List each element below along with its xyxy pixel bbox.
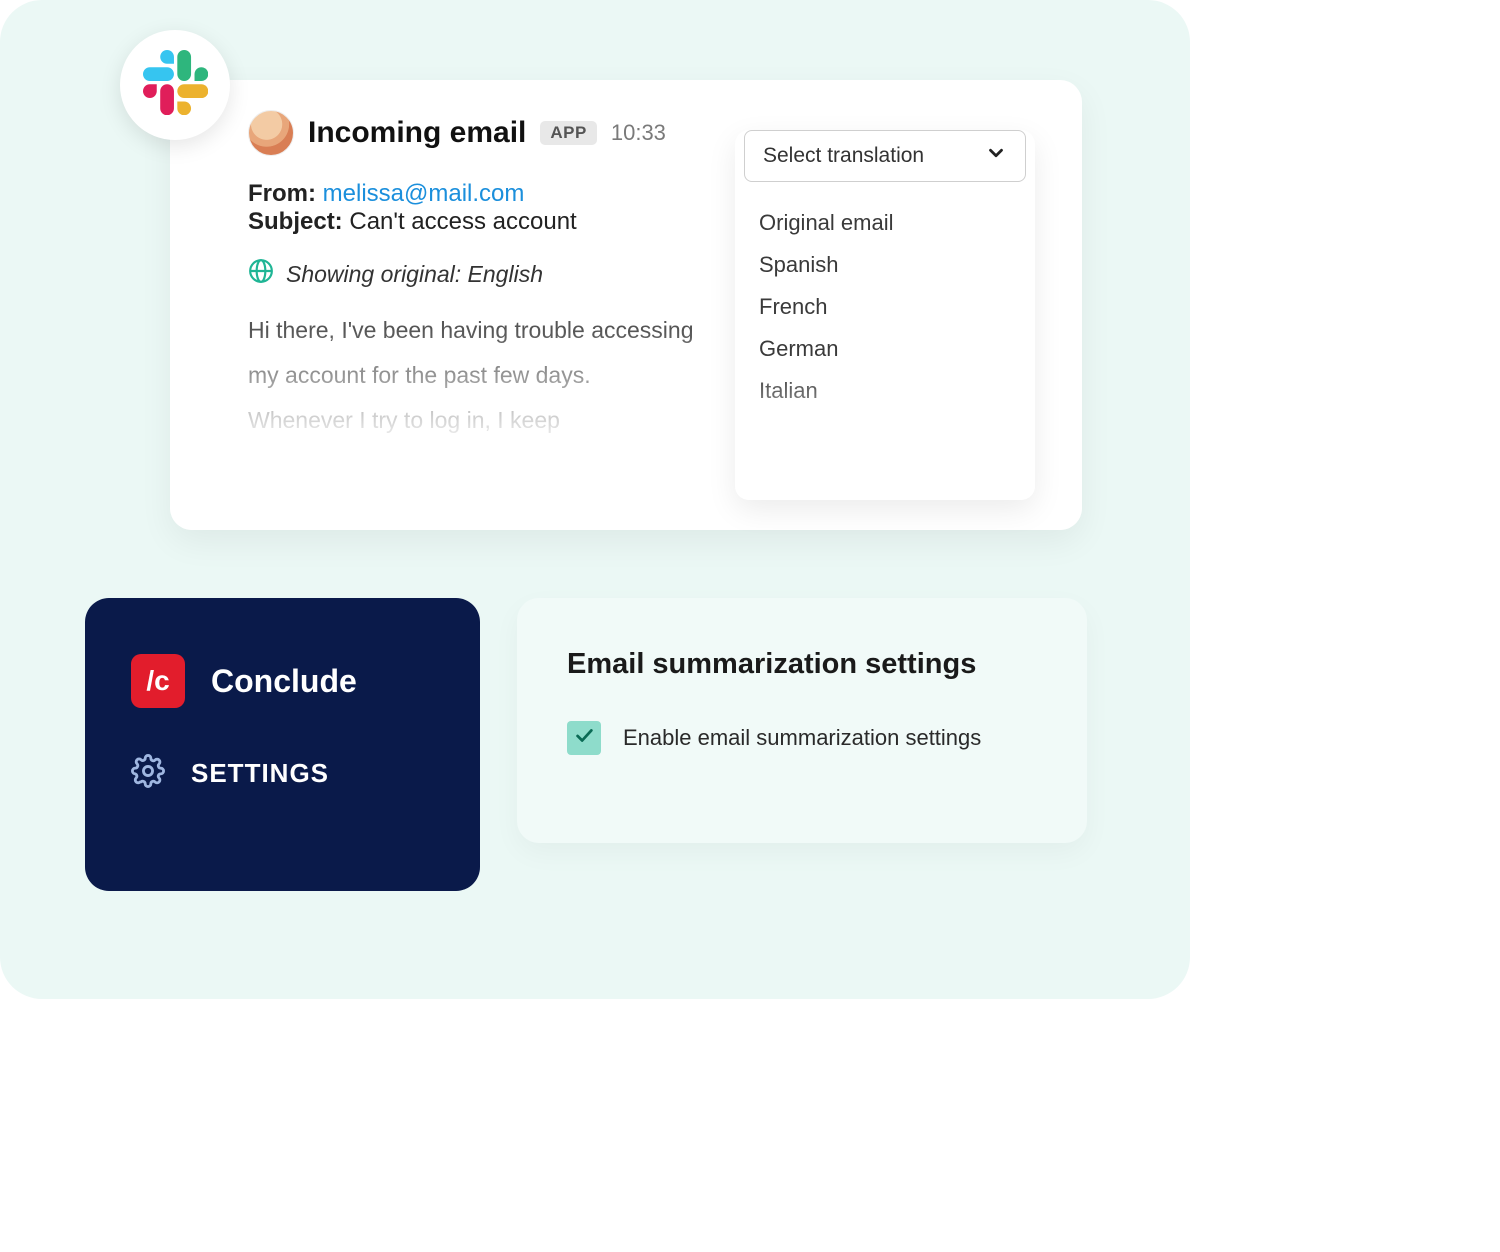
from-label: From: (248, 180, 316, 207)
message-title: Incoming email (308, 116, 526, 150)
translation-option[interactable]: Original email (755, 202, 1015, 244)
chevron-down-icon (985, 142, 1007, 170)
sender-avatar (248, 110, 294, 156)
subject-label: Subject: (248, 208, 343, 235)
gear-icon (131, 754, 165, 793)
enable-summarization-row[interactable]: Enable email summarization settings (567, 721, 1037, 755)
conclude-card: /c Conclude SETTINGS (85, 598, 480, 891)
conclude-brand-name: Conclude (211, 663, 357, 700)
conclude-brand-row[interactable]: /c Conclude (131, 654, 434, 708)
settings-nav-label: SETTINGS (191, 758, 329, 789)
translation-option[interactable]: French (755, 286, 1015, 328)
conclude-settings-row[interactable]: SETTINGS (131, 754, 434, 793)
translation-option[interactable]: Spanish (755, 244, 1015, 286)
translation-options-list: Original email Spanish French German Ita… (735, 182, 1035, 412)
settings-card-title: Email summarization settings (567, 648, 1037, 681)
check-icon (573, 724, 595, 752)
showing-original-text: Showing original: English (286, 261, 543, 288)
from-email-link[interactable]: melissa@mail.com (323, 180, 525, 207)
translation-select[interactable]: Select translation (744, 130, 1026, 182)
slack-logo-badge (120, 30, 230, 140)
enable-summarization-label: Enable email summarization settings (623, 725, 981, 751)
app-badge: APP (540, 121, 596, 145)
conclude-logo-icon: /c (131, 654, 185, 708)
message-timestamp: 10:33 (611, 120, 666, 146)
subject-text: Can't access account (349, 208, 576, 235)
enable-summarization-checkbox[interactable] (567, 721, 601, 755)
email-summarization-settings-card: Email summarization settings Enable emai… (517, 598, 1087, 843)
translation-panel: Select translation Original email Spanis… (735, 130, 1035, 500)
translation-option[interactable]: German (755, 328, 1015, 370)
slack-icon (143, 50, 208, 120)
translation-select-label: Select translation (763, 144, 924, 168)
email-body: Hi there, I've been having trouble acces… (248, 308, 698, 443)
translation-option[interactable]: Italian (755, 370, 1015, 412)
globe-icon (248, 258, 274, 290)
